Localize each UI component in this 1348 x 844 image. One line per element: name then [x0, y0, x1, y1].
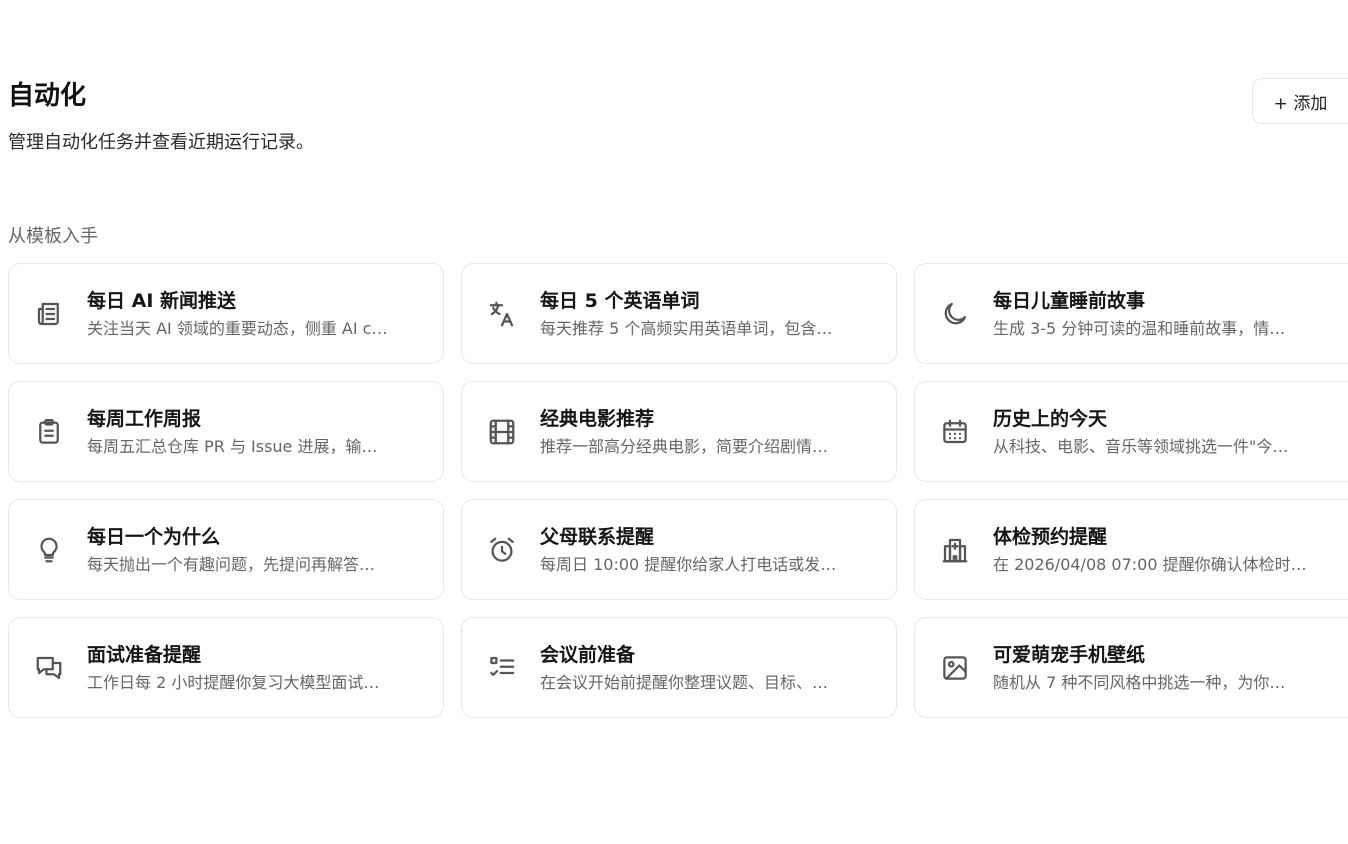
checklist-icon — [486, 652, 518, 684]
lightbulb-icon — [33, 534, 65, 566]
add-button[interactable]: + 添加 — [1252, 78, 1348, 124]
template-card-title: 每周工作周报 — [87, 407, 202, 430]
translate-icon — [486, 298, 518, 330]
chat-bubbles-icon — [33, 652, 65, 684]
template-card-title: 可爱萌宠手机壁纸 — [993, 643, 1146, 666]
page-title: 自动化 — [8, 81, 87, 111]
template-card-daily-why[interactable]: 每日一个为什么 每天抛出一个有趣问题，先提问再解答… — [8, 499, 444, 600]
template-card-title: 每日 5 个英语单词 — [540, 289, 700, 312]
moon-icon — [939, 298, 971, 330]
template-card-parent-contact[interactable]: 父母联系提醒 每周日 10:00 提醒你给家人打电话或发… — [461, 499, 897, 600]
page-header: 自动化 管理自动化任务并查看近期运行记录。 + 添加 — [8, 78, 1348, 156]
template-card-desc: 随机从 7 种不同风格中挑选一种，为你… — [993, 672, 1286, 692]
template-card-desc: 在 2026/04/08 07:00 提醒你确认体检时… — [993, 554, 1307, 574]
automation-page: 自动化 管理自动化任务并查看近期运行记录。 + 添加 从模板入手 每日 AI 新… — [0, 0, 1348, 844]
template-card-desc: 每天抛出一个有趣问题，先提问再解答… — [87, 554, 376, 574]
template-card-bedtime-story[interactable]: 每日儿童睡前故事 生成 3-5 分钟可读的温和睡前故事，情… — [914, 263, 1348, 364]
image-icon — [939, 652, 971, 684]
template-card-desc: 每周日 10:00 提醒你给家人打电话或发… — [540, 554, 837, 574]
template-card-title: 父母联系提醒 — [540, 525, 655, 548]
template-card-english-words[interactable]: 每日 5 个英语单词 每天推荐 5 个高频实用英语单词，包含… — [461, 263, 897, 364]
clipboard-icon — [33, 416, 65, 448]
template-card-desc: 生成 3-5 分钟可读的温和睡前故事，情… — [993, 318, 1286, 338]
template-card-weekly-report[interactable]: 每周工作周报 每周五汇总仓库 PR 与 Issue 进展，输… — [8, 381, 444, 482]
template-card-title: 会议前准备 — [540, 643, 636, 666]
template-card-desc: 关注当天 AI 领域的重要动态，侧重 AI c… — [87, 318, 388, 338]
template-card-title: 每日一个为什么 — [87, 525, 221, 548]
newspaper-icon — [33, 298, 65, 330]
template-grid: 每日 AI 新闻推送 关注当天 AI 领域的重要动态，侧重 AI c… 每日 5… — [8, 263, 1348, 718]
template-card-title: 面试准备提醒 — [87, 643, 202, 666]
template-card-pet-wallpaper[interactable]: 可爱萌宠手机壁纸 随机从 7 种不同风格中挑选一种，为你… — [914, 617, 1348, 718]
template-card-title: 体检预约提醒 — [993, 525, 1108, 548]
page-subtitle: 管理自动化任务并查看近期运行记录。 — [8, 132, 314, 153]
template-card-desc: 推荐一部高分经典电影，简要介绍剧情… — [540, 436, 829, 456]
template-card-title: 每日儿童睡前故事 — [993, 289, 1146, 312]
template-card-ai-news[interactable]: 每日 AI 新闻推送 关注当天 AI 领域的重要动态，侧重 AI c… — [8, 263, 444, 364]
alarm-clock-icon — [486, 534, 518, 566]
hospital-icon — [939, 534, 971, 566]
template-card-meeting-prep[interactable]: 会议前准备 在会议开始前提醒你整理议题、目标、… — [461, 617, 897, 718]
template-card-title: 历史上的今天 — [993, 407, 1108, 430]
template-card-checkup[interactable]: 体检预约提醒 在 2026/04/08 07:00 提醒你确认体检时… — [914, 499, 1348, 600]
template-card-title: 经典电影推荐 — [540, 407, 655, 430]
template-card-title: 每日 AI 新闻推送 — [87, 289, 237, 312]
template-card-desc: 工作日每 2 小时提醒你复习大模型面试… — [87, 672, 380, 692]
templates-section-label: 从模板入手 — [8, 226, 98, 247]
template-card-desc: 在会议开始前提醒你整理议题、目标、… — [540, 672, 829, 692]
template-card-interview-prep[interactable]: 面试准备提醒 工作日每 2 小时提醒你复习大模型面试… — [8, 617, 444, 718]
template-card-desc: 每周五汇总仓库 PR 与 Issue 进展，输… — [87, 436, 378, 456]
template-card-today-in-history[interactable]: 历史上的今天 从科技、电影、音乐等领域挑选一件"今… — [914, 381, 1348, 482]
template-card-desc: 从科技、电影、音乐等领域挑选一件"今… — [993, 436, 1289, 456]
calendar-icon — [939, 416, 971, 448]
template-card-desc: 每天推荐 5 个高频实用英语单词，包含… — [540, 318, 833, 338]
film-icon — [486, 416, 518, 448]
template-card-classic-movie[interactable]: 经典电影推荐 推荐一部高分经典电影，简要介绍剧情… — [461, 381, 897, 482]
